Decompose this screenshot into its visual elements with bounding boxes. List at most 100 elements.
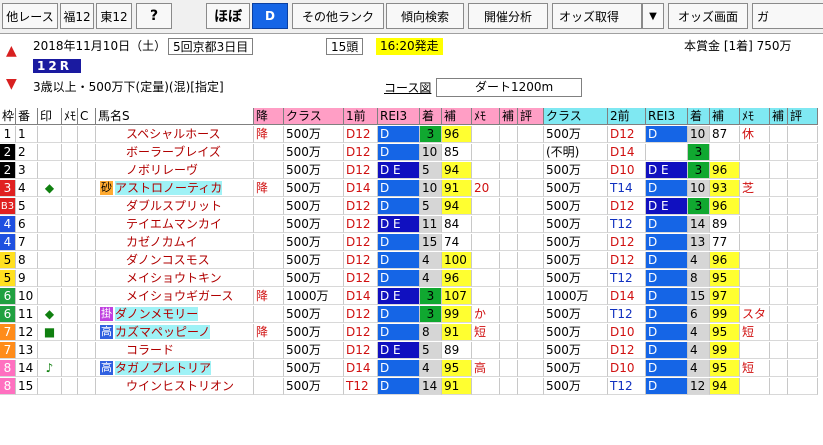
odds-screen-button[interactable]: オッズ画面 [668,3,748,29]
column-header[interactable]: 降 [254,108,284,125]
table-row[interactable]: 4 7 カゼノカムイ 500万 D12 D 15 74 500万 D12 D 13 77 [0,234,823,251]
horse-name[interactable]: メイショウトキン [126,271,222,285]
table-row[interactable]: 8 14 ♪ 高タガノプレトリア 500万 D14 D 4 95 高 500万 D10 D 4 95 短 [0,360,823,377]
trend-search-button[interactable]: 傾向検索 [386,3,464,29]
mark-cell [38,162,62,179]
horse-name[interactable]: アストロノーティカ [115,181,223,195]
table-row[interactable]: 3 4 ◆ 砂アストロノーティカ降 500万 D14 D 10 91 20 500万 T14 D 10 93… [0,180,823,197]
help-button[interactable]: ? [136,3,172,29]
column-header[interactable]: 1前 [344,108,378,125]
ho-prev1-cell [500,126,518,143]
finish-prev1-cell: 3 [420,288,442,305]
horse-name[interactable]: テイエムマンカイ [126,217,222,231]
table-row[interactable]: 6 10 メイショウギガース降 1000万 D14 D E 3 107 1000万 D14 D 15 9… [0,288,823,305]
horse-name[interactable]: スペシャルホース [126,127,221,141]
horse-name[interactable]: ウインヒストリオン [126,379,234,393]
horse-name-cell: 高タガノプレトリア [96,360,254,377]
horse-name[interactable]: ダブルスプリット [126,199,222,213]
column-header[interactable]: 評 [518,108,544,125]
horse-name-cell: ノボリレーヴ [96,162,254,179]
horse-name[interactable]: ダノンメモリー [115,307,199,321]
odds-dropdown-button[interactable]: ▼ [642,3,664,29]
column-header[interactable]: ﾒﾓ [740,108,770,125]
horse-name[interactable]: カズマペッピーノ [115,325,211,339]
column-header[interactable]: 評 [788,108,818,125]
column-header[interactable]: 補 [770,108,788,125]
other-rank-button[interactable]: その他ランク [292,3,384,29]
memo-prev1-cell [472,234,500,251]
rei-prev1-cell: D E [378,216,420,233]
memo-prev2-cell [740,288,770,305]
memo-cell [62,378,78,395]
memo-cell [62,216,78,233]
column-header[interactable]: ﾒﾓ [62,108,78,125]
horse-number-cell: 3 [16,162,38,179]
column-header[interactable]: 2前 [608,108,646,125]
rei-prev1-cell: D [378,252,420,269]
tokyo-12-button[interactable]: 東12 [96,3,132,29]
table-row[interactable]: 2 3 ノボリレーヴ 500万 D12 D E 5 94 500万 D10 D E 3 96 [0,162,823,179]
distance-prev2-cell: D12 [608,126,646,143]
next-race-arrow-icon[interactable]: ▼ [6,77,17,91]
table-row[interactable]: B3 5 ダブルスプリット 500万 D12 D 5 94 500万 D12 D E 3 96 [0,198,823,215]
column-header[interactable]: 補 [710,108,740,125]
table-row[interactable]: 8 15 ウインヒストリオン 500万 T12 D 14 91 500万 T12 D 12 94 [0,378,823,395]
eval-prev1-cell [518,234,544,251]
horse-name[interactable]: ノボリレーヴ [126,163,198,177]
table-row[interactable]: 5 9 メイショウトキン 500万 D12 D 4 96 500万 T12 D 8 95 [0,270,823,287]
odds-fetch-button[interactable]: オッズ取得 [552,3,642,29]
column-header[interactable]: 補 [442,108,472,125]
waku-cell: 6 [0,288,16,305]
table-row[interactable]: 7 12 ■ 高カズマペッピーノ降 500万 D12 D 8 91 短 500万 D10 D 4 95 短 [0,324,823,341]
table-row[interactable]: 4 6 テイエムマンカイ 500万 D12 D E 11 84 500万 T12 D 14 89 [0,216,823,233]
mark-cell [38,126,62,143]
horse-number-cell: 2 [16,144,38,161]
horse-name[interactable]: コラード [126,343,174,357]
course-map-link[interactable]: コース図 [384,80,431,97]
race-heads: 15頭 [326,38,364,55]
horse-name[interactable]: ボーラーブレイズ [126,145,221,159]
class-prev2-cell: 500万 [544,126,608,143]
horse-name[interactable]: タガノプレトリア [115,361,212,375]
prev-race-arrow-icon[interactable]: ▲ [6,44,17,58]
index-prev1-cell: 100 [442,252,472,269]
index-prev1-cell: 95 [442,360,472,377]
ho-prev1-cell [500,306,518,323]
c-cell [78,198,96,215]
table-row[interactable]: 6 11 ◆ 掛ダノンメモリー 500万 D12 D 3 99 か 500万 T12 D 6 99 スタ [0,306,823,323]
column-header[interactable]: 印 [38,108,62,125]
distance-prev2-cell: T12 [608,270,646,287]
meeting-analysis-button[interactable]: 開催分析 [468,3,548,29]
column-header[interactable]: クラス [284,108,344,125]
column-header[interactable]: REI3 [378,108,420,125]
horse-name[interactable]: メイショウギガース [126,289,233,303]
column-header[interactable]: REI3 [646,108,688,125]
index-prev1-cell: 84 [442,216,472,233]
class-prev2-cell: 500万 [544,252,608,269]
column-header[interactable]: 番 [16,108,38,125]
column-header[interactable]: 馬名S [96,108,254,125]
finish-prev2-cell: 14 [688,216,710,233]
hobo-button[interactable]: ほぼ [206,3,250,29]
column-header[interactable]: 補 [500,108,518,125]
column-header[interactable]: C [78,108,96,125]
table-row[interactable]: 7 13 コラード 500万 D12 D E 5 89 500万 D12 D 4 99 [0,342,823,359]
column-header[interactable]: 着 [420,108,442,125]
table-row[interactable]: 1 1 スペシャルホース降 500万 D12 D 3 96 500万 D12 D 10 87 休 [0,126,823,143]
column-header[interactable]: ﾒﾓ [472,108,500,125]
table-row[interactable]: 2 2 ボーラーブレイズ 500万 D12 D 10 85 (不明) D14 3 [0,144,823,161]
fukushima-12-button[interactable]: 福12 [60,3,94,29]
rank-d-button[interactable]: D [252,3,288,29]
column-header[interactable]: クラス [544,108,608,125]
index-prev2-cell: 99 [710,342,740,359]
index-prev2-cell: 96 [710,252,740,269]
other-race-button[interactable]: 他レース [2,3,58,29]
horse-name[interactable]: カゼノカムイ [126,235,198,249]
table-row[interactable]: 5 8 ダノンコスモス 500万 D12 D 4 100 500万 D12 D 4 96 [0,252,823,269]
column-header[interactable]: 着 [688,108,710,125]
horse-name[interactable]: ダノンコスモス [126,253,210,267]
race-conditions: 3歳以上・500万下(定量)(混)[指定] [33,80,224,94]
extra-button[interactable]: ガ [752,3,823,29]
column-header[interactable]: 枠 [0,108,16,125]
eval-prev1-cell [518,342,544,359]
